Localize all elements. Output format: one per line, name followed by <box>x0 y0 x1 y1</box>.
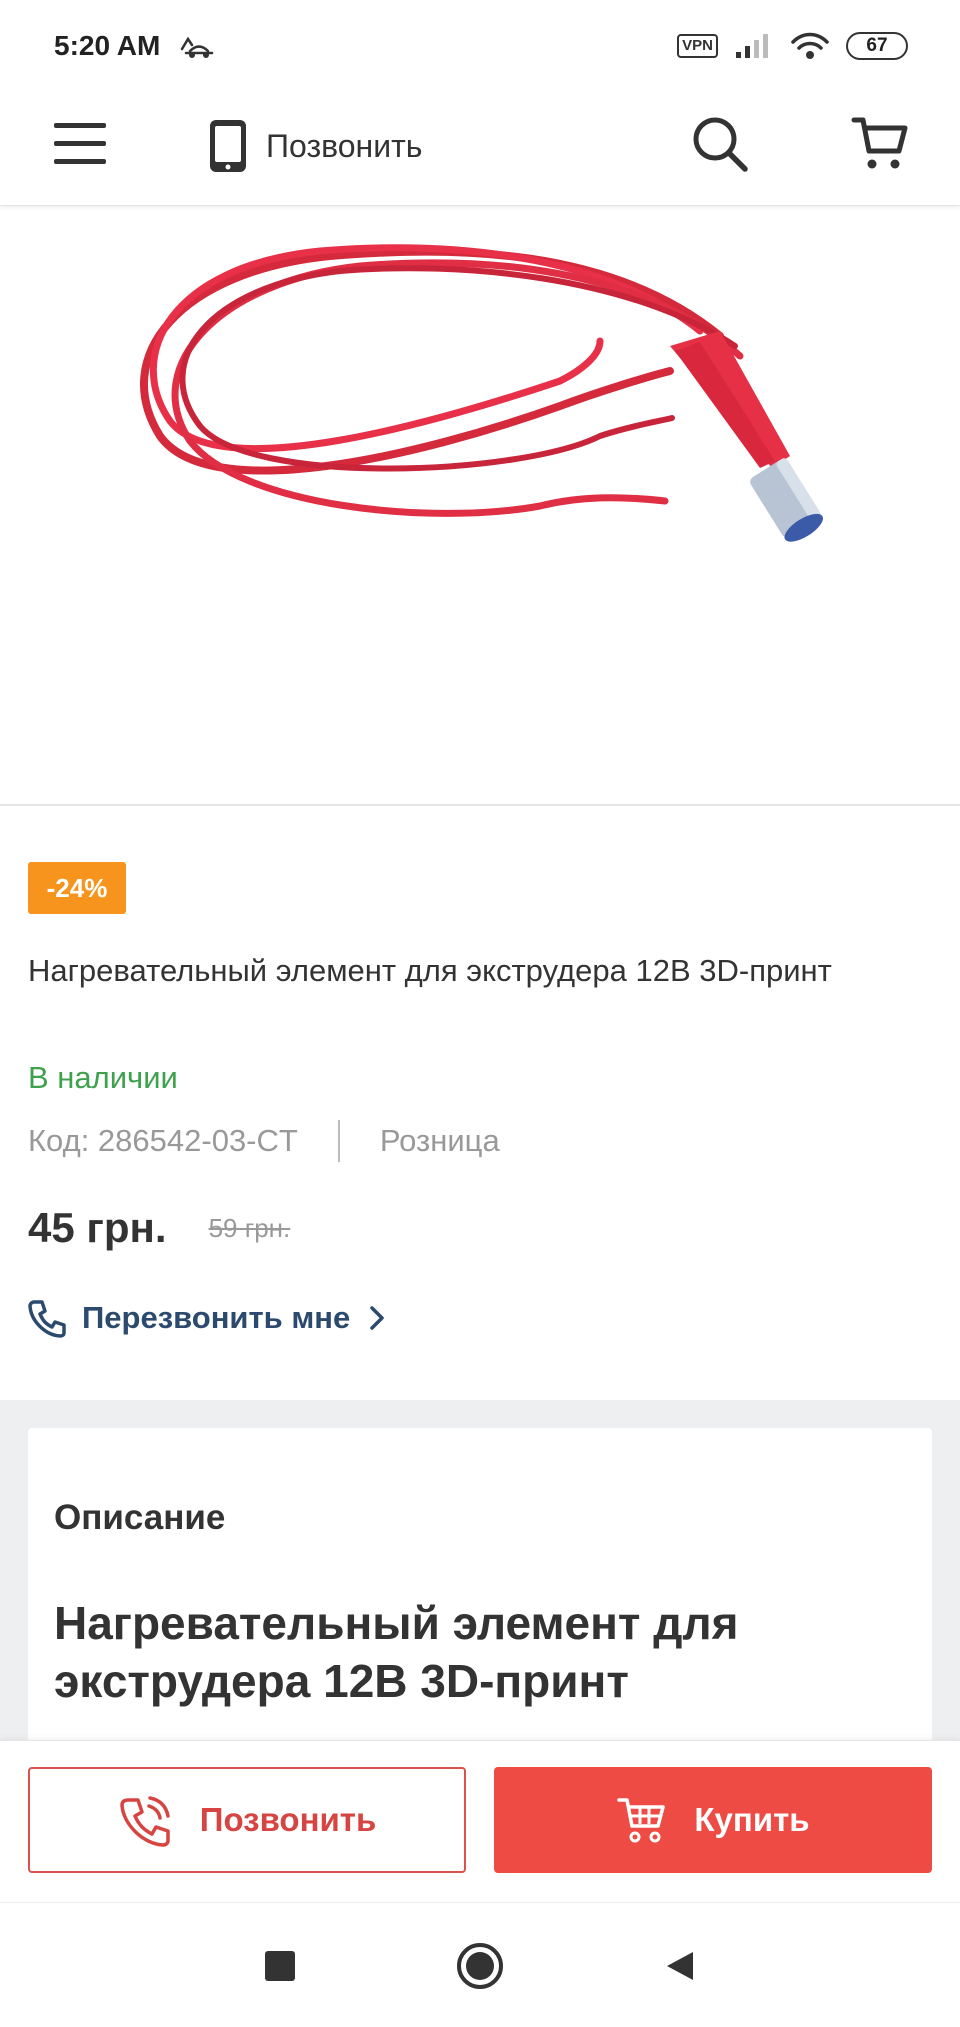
notification-icon <box>181 36 214 58</box>
action-bar: Позвонить Купить <box>0 1740 960 1902</box>
square-icon <box>265 1951 295 1981</box>
status-time: 5:20 AM <box>54 30 161 61</box>
status-indicators: VPN 67 <box>677 31 908 61</box>
battery-indicator: 67 <box>846 32 908 60</box>
price-type: Розница <box>379 1123 500 1158</box>
home-circle-icon <box>457 1943 503 1989</box>
app-header: Позвонить <box>0 92 960 206</box>
phone-ringing-icon <box>119 1796 170 1847</box>
buy-button-label: Купить <box>694 1801 810 1838</box>
header-call-label: Позвонить <box>266 127 423 164</box>
status-bar: 5:20 AM VPN 67 <box>0 0 960 92</box>
system-nav-bar <box>0 1902 960 2027</box>
menu-button[interactable] <box>48 112 112 176</box>
header-call-link[interactable]: Позвонить <box>208 114 422 178</box>
recent-apps-button[interactable] <box>255 1941 305 1991</box>
call-button[interactable]: Позвонить <box>28 1767 466 1873</box>
back-triangle-icon <box>667 1952 693 1980</box>
meta-divider <box>337 1120 340 1162</box>
cart-button[interactable] <box>848 112 912 176</box>
product-image[interactable] <box>0 206 960 806</box>
phone-icon <box>28 1300 66 1338</box>
product-code: Код: 286542-03-CT <box>28 1123 298 1158</box>
buy-button[interactable]: Купить <box>494 1767 932 1873</box>
call-button-label: Позвонить <box>199 1801 377 1838</box>
product-photo <box>140 244 823 542</box>
cart-icon <box>617 1798 666 1843</box>
discount-badge: -24% <box>28 862 126 914</box>
price-row: 45 грн. 59 грн. <box>28 1204 290 1252</box>
description-heading: Описание <box>54 1498 226 1537</box>
product-title: Нагревательный элемент для экструдера 12… <box>28 953 832 988</box>
cart-icon <box>851 117 908 169</box>
price-current: 45 грн. <box>28 1204 167 1251</box>
home-button[interactable] <box>455 1941 505 1991</box>
description-section: Описание Нагревательный элемент для экст… <box>0 1400 960 1748</box>
smartphone-icon <box>210 120 246 172</box>
product-meta: Код: 286542-03-CT Розница <box>28 1120 500 1162</box>
vpn-badge: VPN <box>677 34 718 58</box>
stock-status: В наличии <box>28 1060 178 1095</box>
chevron-right-icon <box>370 1306 384 1330</box>
signal-icon <box>736 34 768 58</box>
callback-label: Перезвонить мне <box>82 1300 351 1335</box>
description-title: Нагревательный элемент для экструдера 12… <box>54 1597 739 1707</box>
wifi-icon <box>791 32 829 59</box>
back-button[interactable] <box>655 1941 705 1991</box>
description-card: Описание Нагревательный элемент для экст… <box>28 1428 932 1748</box>
price-old: 59 грн. <box>208 1212 291 1243</box>
hamburger-icon <box>54 123 106 164</box>
search-button[interactable] <box>688 112 752 176</box>
search-icon <box>693 117 748 172</box>
callback-link[interactable]: Перезвонить мне <box>28 1298 386 1338</box>
